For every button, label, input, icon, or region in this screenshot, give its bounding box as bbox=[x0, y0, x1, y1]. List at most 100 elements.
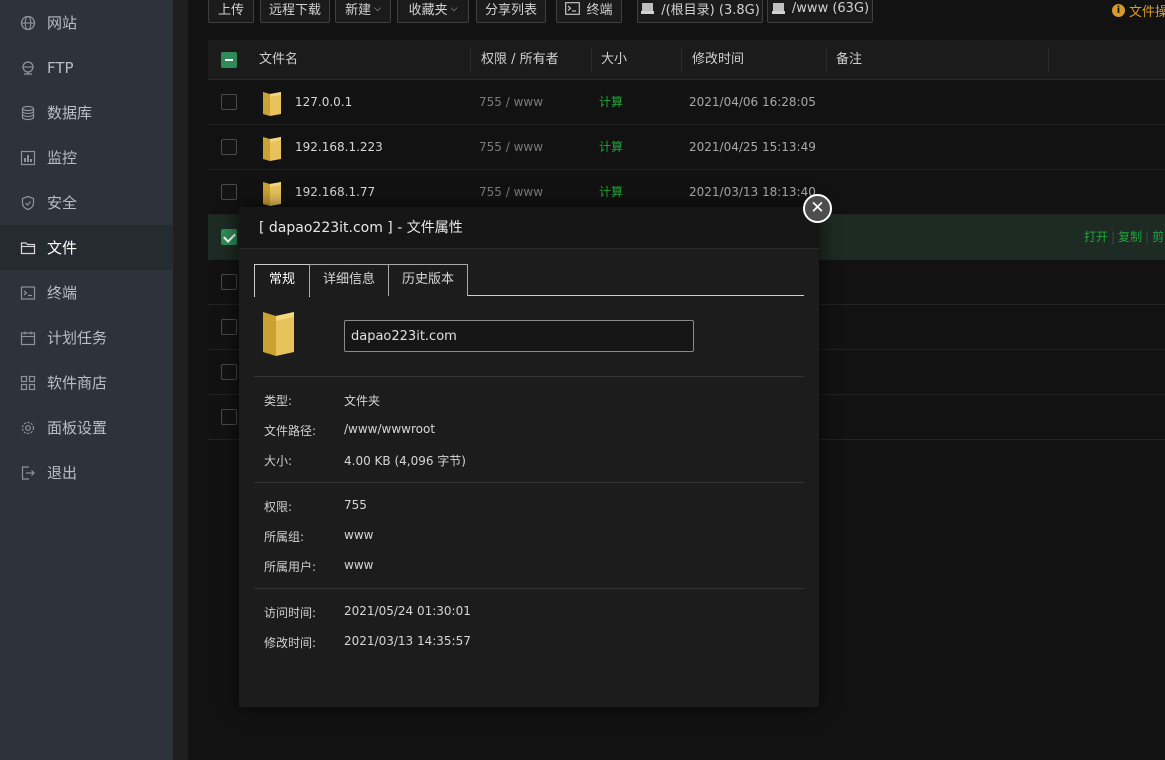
sidebar-item-app-store[interactable]: 软件商店 bbox=[0, 360, 173, 405]
file-operations-hint[interactable]: i 文件操 bbox=[1112, 1, 1165, 20]
type-value: 文件夹 bbox=[344, 394, 381, 408]
folder-icon bbox=[262, 135, 282, 161]
close-button[interactable]: ✕ bbox=[803, 194, 832, 223]
folder-icon bbox=[262, 309, 295, 357]
disk-icon bbox=[771, 2, 786, 15]
cut-link[interactable]: 剪 bbox=[1152, 230, 1164, 244]
user-value: www bbox=[344, 558, 374, 572]
shield-icon bbox=[20, 195, 36, 211]
dialog-header: [ dapao223it.com ] - 文件属性 bbox=[239, 207, 819, 249]
file-perm[interactable]: 755 / www bbox=[479, 125, 543, 170]
file-properties-dialog: [ dapao223it.com ] - 文件属性 常规 详细信息 历史版本 类… bbox=[239, 207, 819, 707]
table-row[interactable]: 192.168.1.223 755 / www 计算 2021/04/25 15… bbox=[208, 125, 1165, 170]
open-link[interactable]: 打开 bbox=[1084, 230, 1108, 244]
sidebar-item-logout[interactable]: 退出 bbox=[0, 450, 173, 495]
atime-value: 2021/05/24 01:30:01 bbox=[344, 604, 471, 618]
row-checkbox[interactable] bbox=[221, 274, 237, 290]
folder-icon bbox=[262, 180, 282, 206]
row-actions: 打开 | 复制 | 剪 bbox=[1084, 215, 1164, 260]
group-value: www bbox=[344, 528, 374, 542]
column-divider bbox=[826, 48, 827, 72]
remote-download-label: 远程下载 bbox=[269, 3, 322, 18]
row-checkbox[interactable] bbox=[221, 139, 237, 155]
tab-details[interactable]: 详细信息 bbox=[309, 264, 389, 296]
type-label: 类型: bbox=[264, 394, 293, 408]
copy-link[interactable]: 复制 bbox=[1118, 230, 1142, 244]
disk-www-button[interactable]: /www (63G) bbox=[767, 0, 873, 23]
sidebar-item-label: FTP bbox=[47, 58, 74, 77]
perm-value: 755 bbox=[344, 498, 367, 512]
row-checkbox[interactable] bbox=[221, 409, 237, 425]
new-label: 新建 bbox=[345, 3, 372, 18]
row-checkbox[interactable] bbox=[221, 184, 237, 200]
sidebar-item-files[interactable]: 文件 bbox=[0, 225, 173, 270]
terminal-button[interactable]: 终端 bbox=[556, 0, 622, 23]
sidebar-item-database[interactable]: 数据库 bbox=[0, 90, 173, 135]
sidebar-item-panel-settings[interactable]: 面板设置 bbox=[0, 405, 173, 450]
mtime-value: 2021/03/13 14:35:57 bbox=[344, 634, 471, 648]
user-label: 所属用户: bbox=[264, 560, 317, 574]
calendar-icon bbox=[20, 330, 36, 346]
tab-history[interactable]: 历史版本 bbox=[388, 264, 468, 296]
upload-button[interactable]: 上传 bbox=[208, 0, 254, 23]
perm-label: 权限: bbox=[264, 500, 293, 514]
folder-name-input[interactable] bbox=[344, 320, 694, 352]
path-label: 文件路径: bbox=[264, 424, 317, 438]
row-checkbox[interactable] bbox=[221, 364, 237, 380]
file-mtime: 2021/04/06 16:28:05 bbox=[689, 95, 816, 109]
sidebar-item-label: 面板设置 bbox=[47, 419, 108, 437]
dialog-title: [ dapao223it.com ] - 文件属性 bbox=[259, 220, 463, 236]
select-all-checkbox[interactable] bbox=[221, 52, 237, 68]
share-list-label: 分享列表 bbox=[485, 3, 538, 18]
sidebar-item-monitor[interactable]: 监控 bbox=[0, 135, 173, 180]
sidebar-item-label: 终端 bbox=[47, 284, 78, 302]
row-checkbox[interactable] bbox=[221, 319, 237, 335]
calc-size-link[interactable]: 计算 bbox=[599, 80, 623, 125]
column-header-mtime[interactable]: 修改时间 bbox=[692, 40, 744, 80]
share-list-button[interactable]: 分享列表 bbox=[476, 0, 546, 23]
file-name[interactable]: 127.0.0.1 bbox=[295, 80, 352, 125]
column-header-note[interactable]: 备注 bbox=[836, 40, 862, 80]
file-name[interactable]: 192.168.1.223 bbox=[295, 125, 383, 170]
terminal-icon bbox=[565, 2, 581, 15]
new-dropdown-button[interactable]: 新建 ⌵ bbox=[335, 0, 391, 23]
chevron-down-icon: ⌵ bbox=[450, 3, 458, 14]
column-header-size[interactable]: 大小 bbox=[601, 40, 627, 80]
favorites-dropdown-button[interactable]: 收藏夹 ⌵ bbox=[397, 0, 469, 23]
column-header-name[interactable]: 文件名 bbox=[259, 40, 298, 80]
sidebar-gutter bbox=[173, 0, 188, 760]
close-icon: ✕ bbox=[810, 198, 825, 218]
sidebar-item-label: 文件 bbox=[47, 239, 78, 257]
sidebar-item-website[interactable]: 网站 bbox=[0, 0, 173, 45]
column-divider bbox=[681, 48, 682, 72]
disk-www-label: /www (63G) bbox=[791, 1, 870, 16]
row-checkbox[interactable] bbox=[221, 229, 237, 245]
sidebar-item-label: 安全 bbox=[47, 194, 78, 212]
sidebar-item-cron[interactable]: 计划任务 bbox=[0, 315, 173, 360]
file-perm[interactable]: 755 / www bbox=[479, 80, 543, 125]
sidebar-item-ftp[interactable]: FTP bbox=[0, 45, 173, 90]
info-icon: i bbox=[1112, 4, 1125, 17]
remote-download-button[interactable]: 远程下载 bbox=[260, 0, 330, 23]
monitor-icon bbox=[20, 150, 36, 166]
atime-label: 访问时间: bbox=[264, 606, 317, 620]
calc-size-link[interactable]: 计算 bbox=[599, 125, 623, 170]
sidebar: 网站 FTP 数据库 监控 安全 文件 终端 计划任务 软件商店 面板设置 退出 bbox=[0, 0, 173, 760]
column-divider bbox=[1048, 48, 1049, 72]
gear-icon bbox=[20, 420, 36, 436]
table-header: 文件名 权限 / 所有者 大小 修改时间 备注 bbox=[208, 40, 1165, 80]
terminal-label: 终端 bbox=[586, 3, 613, 18]
column-header-perm[interactable]: 权限 / 所有者 bbox=[481, 40, 559, 80]
sidebar-item-terminal[interactable]: 终端 bbox=[0, 270, 173, 315]
disk-icon bbox=[640, 2, 655, 15]
table-row[interactable]: 127.0.0.1 755 / www 计算 2021/04/06 16:28:… bbox=[208, 80, 1165, 125]
sidebar-item-security[interactable]: 安全 bbox=[0, 180, 173, 225]
row-checkbox[interactable] bbox=[221, 94, 237, 110]
action-separator: | bbox=[1145, 230, 1150, 244]
tab-general[interactable]: 常规 bbox=[254, 264, 310, 297]
mtime-label: 修改时间: bbox=[264, 636, 317, 650]
chevron-down-icon: ⌵ bbox=[374, 3, 381, 14]
disk-root-button[interactable]: /(根目录) (3.8G) bbox=[637, 0, 763, 23]
column-divider bbox=[470, 48, 471, 72]
database-icon bbox=[20, 105, 36, 121]
